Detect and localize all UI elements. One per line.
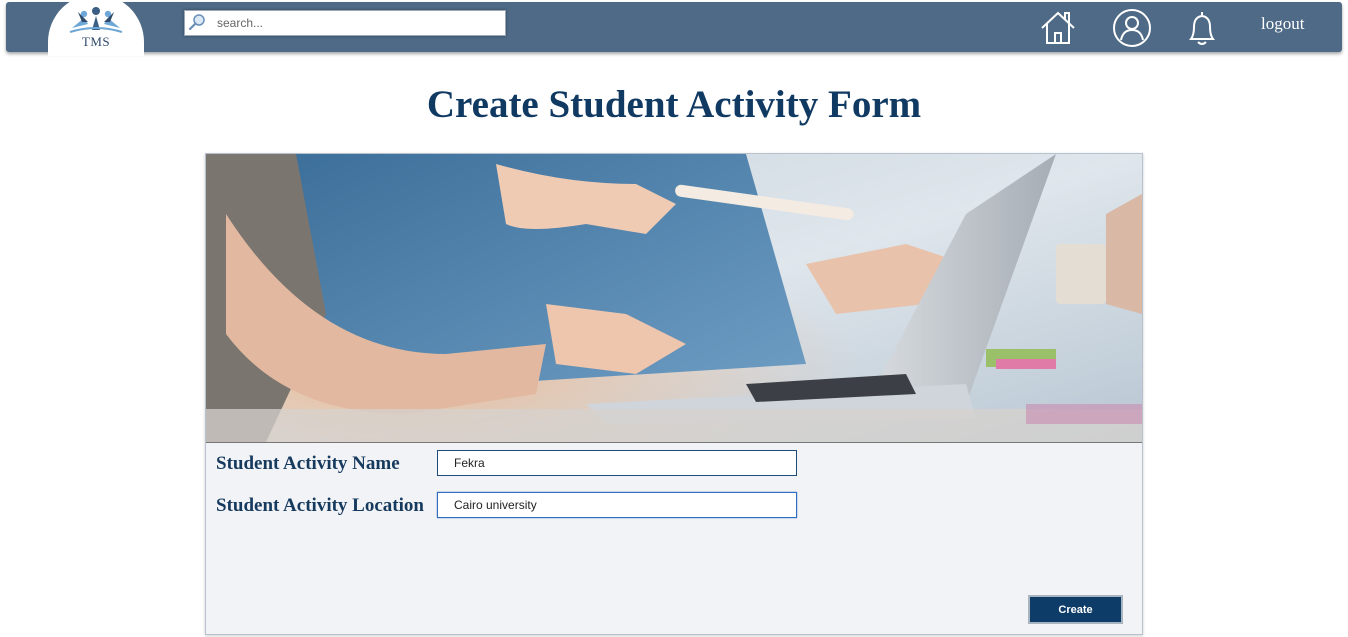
activity-location-label: Student Activity Location	[216, 495, 424, 516]
logout-link[interactable]: logout	[1261, 14, 1304, 34]
activity-name-label: Student Activity Name	[216, 453, 400, 474]
create-button[interactable]: Create	[1028, 595, 1123, 624]
top-navbar: TMS logout	[6, 0, 1342, 56]
search-input[interactable]	[217, 13, 497, 33]
user-icon[interactable]	[1112, 8, 1152, 48]
activity-name-input[interactable]	[437, 450, 797, 476]
search-icon	[187, 12, 207, 32]
logo-text: TMS	[81, 34, 111, 49]
activity-location-input[interactable]	[437, 492, 797, 518]
page-title: Create Student Activity Form	[426, 83, 922, 126]
home-icon[interactable]	[1038, 8, 1078, 48]
tms-logo[interactable]: TMS	[48, 0, 144, 56]
form-card: Student Activity Name Student Activity L…	[205, 153, 1143, 635]
hero-image	[206, 154, 1142, 443]
search-box[interactable]	[184, 10, 506, 36]
bell-icon[interactable]	[1182, 8, 1222, 48]
